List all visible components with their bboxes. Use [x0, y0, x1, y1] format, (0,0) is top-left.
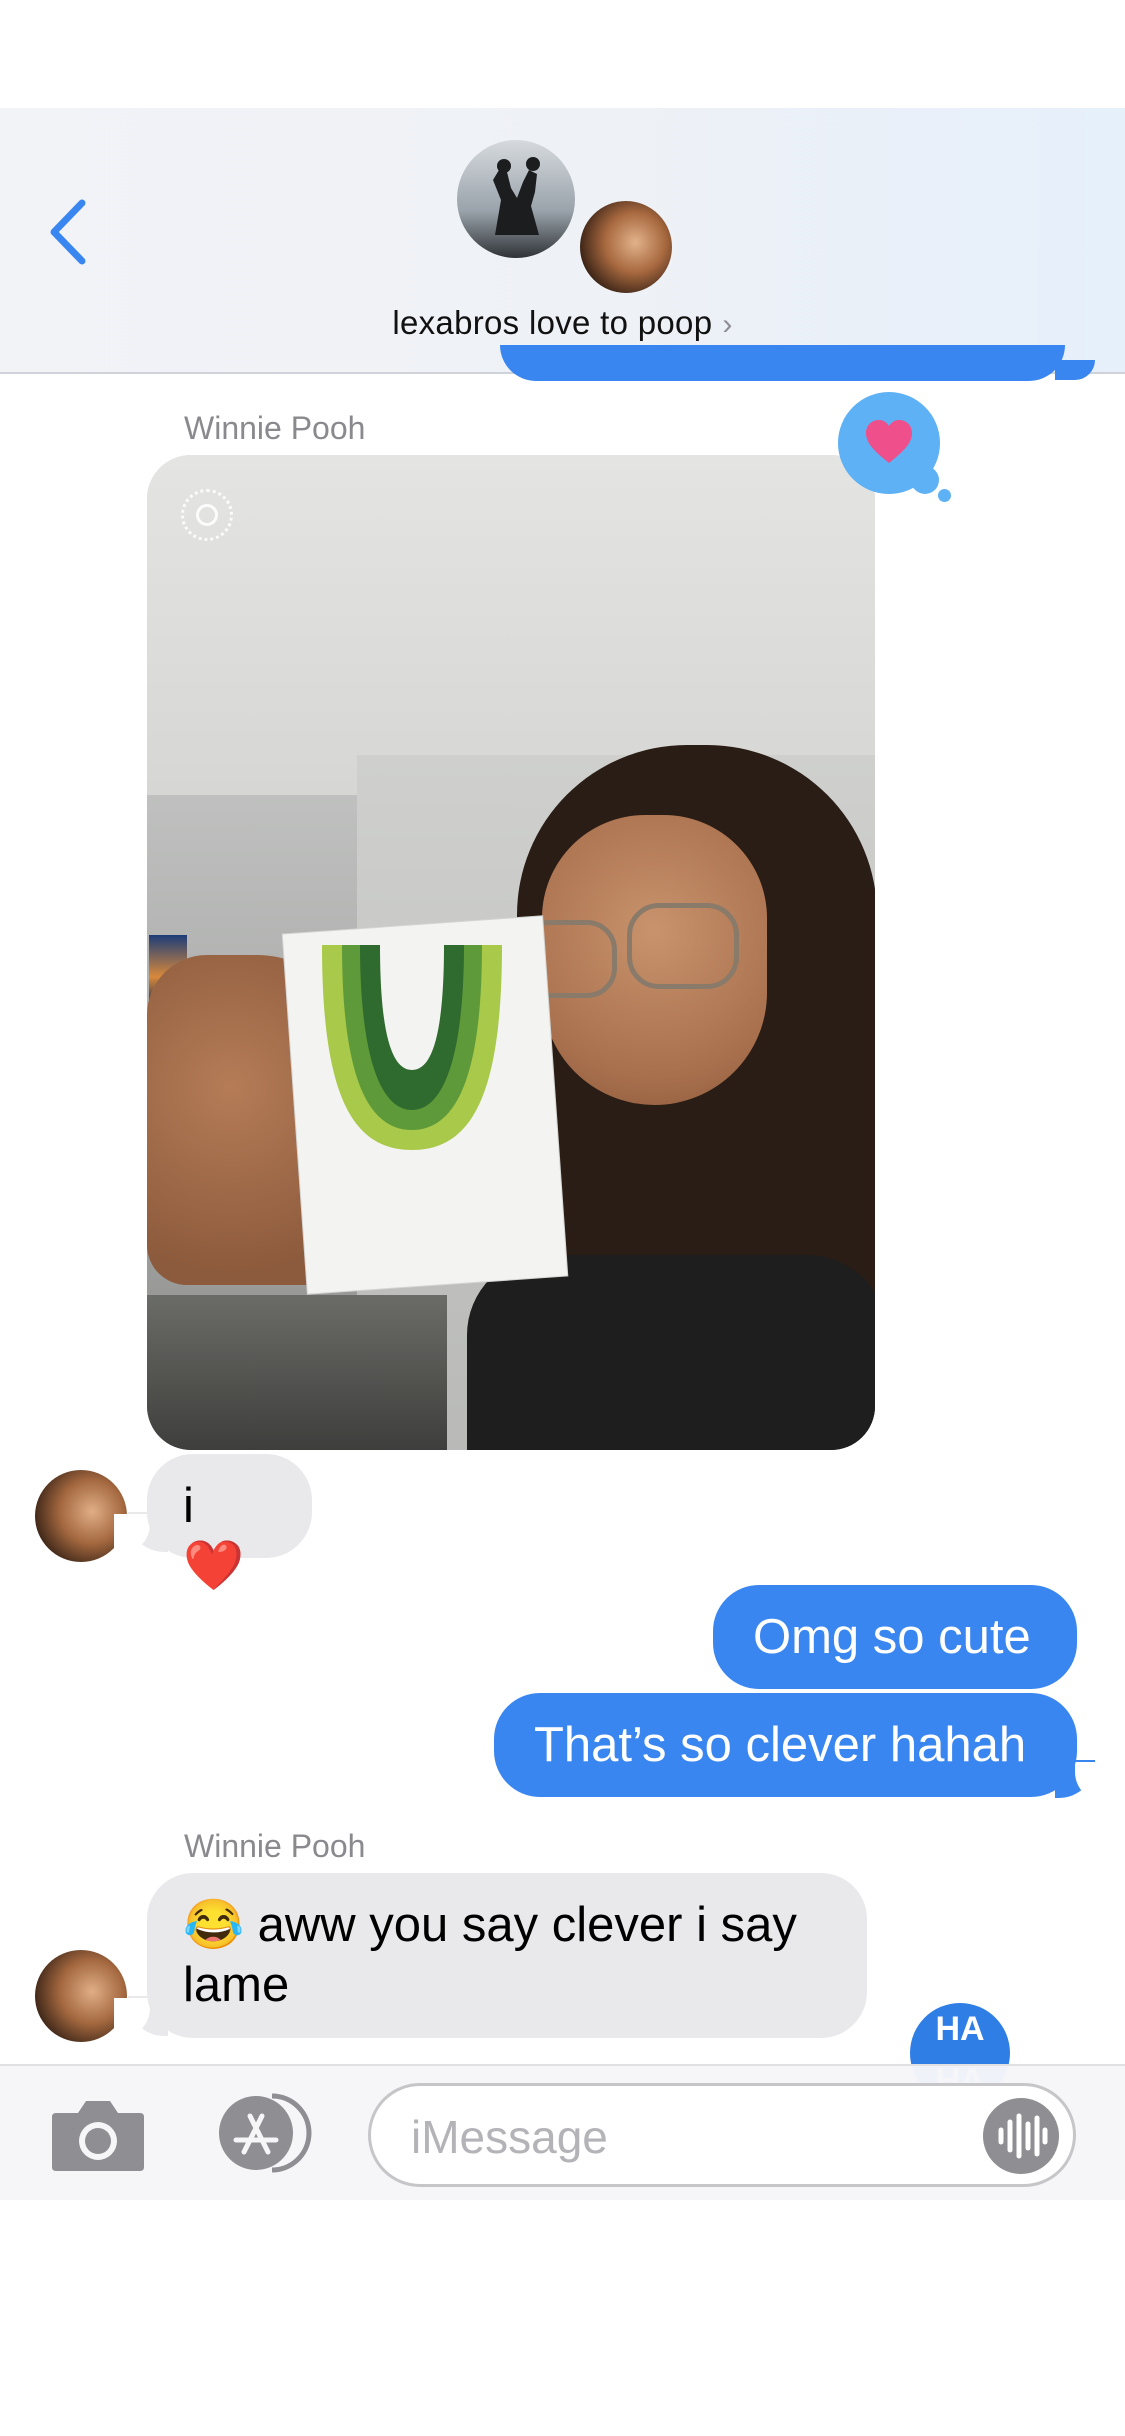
silhouettes-image — [493, 157, 540, 235]
camera-icon[interactable] — [48, 2095, 148, 2173]
waveform-icon — [998, 2113, 1048, 2159]
live-photo-icon — [181, 489, 233, 541]
sender-name: Winnie Pooh — [184, 410, 366, 446]
heart-icon — [866, 420, 912, 463]
message-line: 😂 aww you say clever i say — [183, 1898, 797, 1952]
tapback-tail — [911, 466, 939, 494]
message-line: lame — [183, 1958, 290, 2012]
message-input[interactable] — [409, 2104, 973, 2170]
outgoing-message-bubble[interactable]: Omg so cute — [713, 1585, 1077, 1689]
imessage-field[interactable] — [368, 2083, 1076, 2187]
chevron-left-icon[interactable] — [44, 195, 94, 270]
photo-green-u-painting — [322, 945, 502, 1150]
bubble-tail-mask — [114, 1514, 150, 1554]
keyboard-safe-area — [0, 2200, 1125, 2436]
incoming-message-bubble[interactable]: i ❤️ — [147, 1454, 312, 1593]
incoming-message-bubble[interactable]: 😂 aww you say clever i say lame — [147, 1873, 867, 2038]
conversation-title[interactable]: lexabros love to poop › — [0, 304, 1125, 342]
bubble-tail — [1055, 360, 1095, 380]
audio-record-button[interactable] — [983, 2098, 1059, 2174]
group-avatar-secondary[interactable] — [577, 198, 675, 296]
clipped-outgoing-bubble[interactable] — [500, 345, 1065, 381]
bubble-tail-mask — [1075, 1762, 1111, 1802]
status-bar — [0, 0, 1125, 108]
bubble-tail-mask — [114, 1998, 150, 2038]
photo-ceiling — [147, 455, 875, 795]
outgoing-message-bubble[interactable]: That’s so clever hahah — [494, 1693, 1077, 1797]
app-store-icon[interactable] — [210, 2092, 320, 2174]
sender-name: Winnie Pooh — [184, 1828, 366, 1864]
title-chevron-icon: › — [722, 308, 733, 341]
photo-person-shirt — [467, 1255, 875, 1450]
group-avatar-primary[interactable] — [457, 140, 575, 258]
photo-floor — [147, 1295, 447, 1450]
photo-glasses — [627, 903, 739, 989]
photo-message[interactable] — [147, 455, 875, 1450]
tapback-tail — [938, 489, 951, 502]
